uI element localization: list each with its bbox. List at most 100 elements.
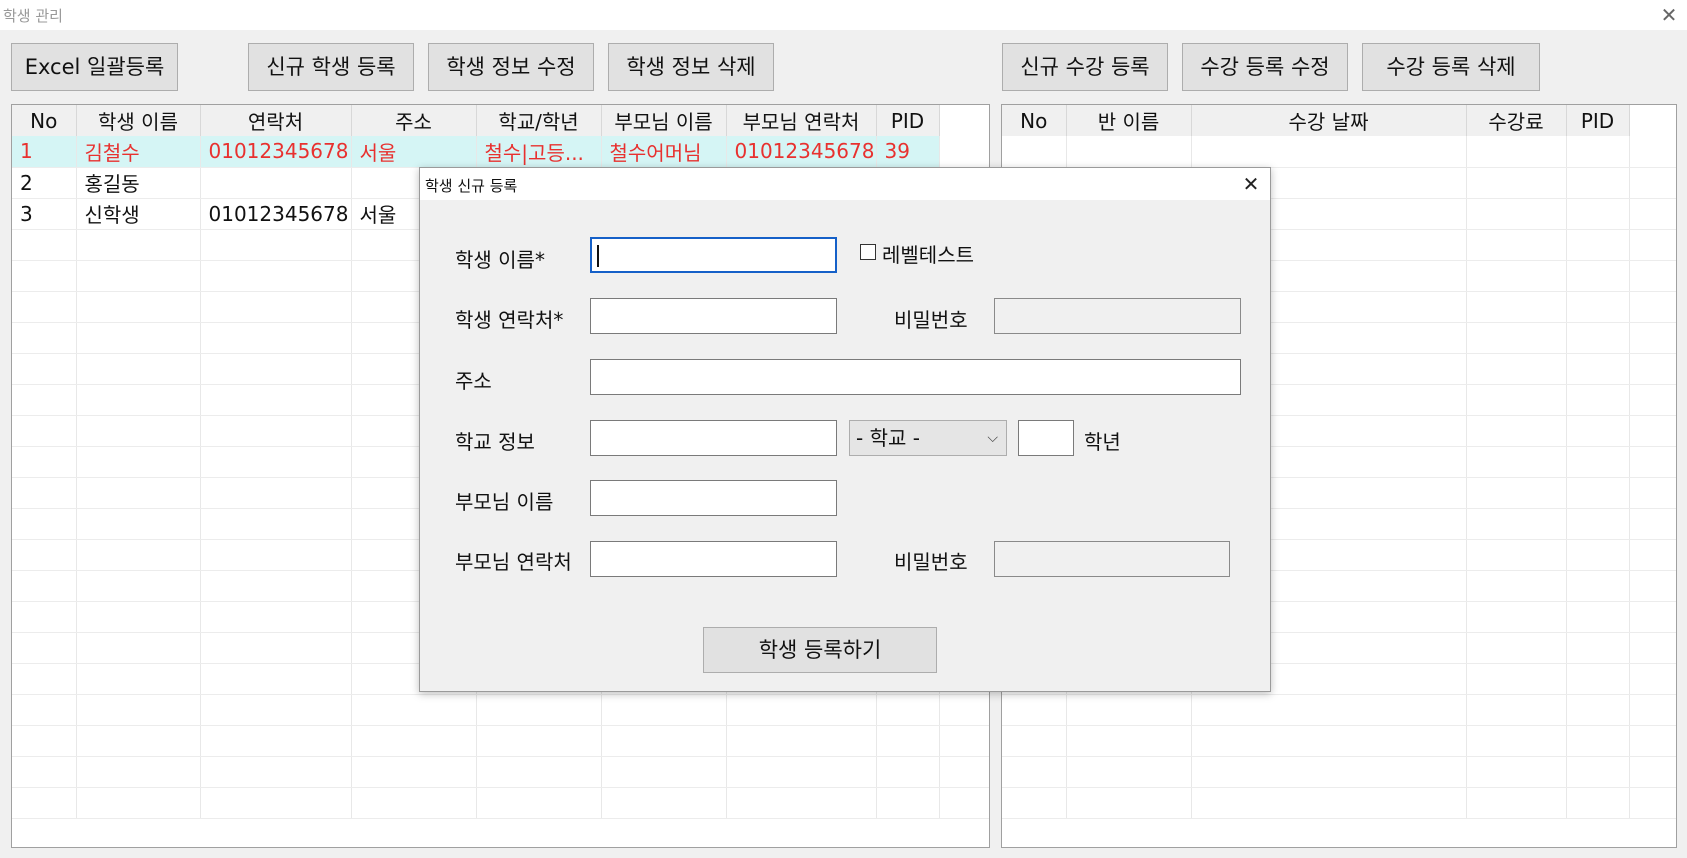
table-cell[interactable] (1466, 260, 1567, 292)
new-student-button[interactable]: 신규 학생 등록 (248, 43, 414, 91)
table-cell[interactable] (1466, 384, 1567, 416)
table-cell[interactable] (1566, 632, 1630, 664)
table-cell[interactable] (76, 353, 201, 385)
table-cell[interactable]: 01012345678 (200, 198, 352, 230)
table-cell[interactable] (200, 322, 352, 354)
table-cell[interactable] (1566, 167, 1630, 199)
table-cell[interactable] (1466, 322, 1567, 354)
parent-password-input[interactable] (994, 541, 1230, 577)
table-cell[interactable] (200, 415, 352, 447)
table-cell[interactable] (12, 446, 77, 478)
parent-name-input[interactable] (590, 480, 837, 516)
delete-student-button[interactable]: 학생 정보 삭제 (608, 43, 774, 91)
table-cell[interactable] (200, 694, 352, 726)
table-cell[interactable] (1466, 601, 1567, 633)
table-cell[interactable] (1566, 198, 1630, 230)
table-cell[interactable] (76, 384, 201, 416)
table-cell[interactable] (76, 415, 201, 447)
table-cell[interactable] (76, 260, 201, 292)
table-cell[interactable] (200, 570, 352, 602)
table-cell[interactable] (1566, 229, 1630, 261)
table-cell[interactable] (1566, 353, 1630, 385)
table-cell[interactable] (1566, 663, 1630, 695)
table-cell[interactable] (76, 663, 201, 695)
table-cell[interactable] (200, 353, 352, 385)
column-header-no[interactable]: No (1002, 105, 1067, 136)
address-input[interactable] (590, 359, 1241, 395)
table-cell[interactable] (76, 725, 201, 757)
table-cell[interactable] (12, 539, 77, 571)
table-cell[interactable] (200, 787, 352, 819)
column-header-fee[interactable]: 수강료 (1466, 105, 1567, 136)
table-cell[interactable] (1066, 725, 1192, 757)
table-cell[interactable] (1566, 787, 1630, 819)
column-header-name[interactable]: 학생 이름 (76, 105, 201, 136)
table-cell[interactable] (200, 756, 352, 788)
table-cell[interactable]: 01012345678 (200, 136, 352, 168)
table-cell[interactable] (200, 291, 352, 323)
school-name-input[interactable] (590, 420, 837, 456)
table-row[interactable] (12, 694, 989, 726)
table-cell[interactable] (12, 384, 77, 416)
table-cell[interactable] (12, 260, 77, 292)
table-cell[interactable] (1191, 136, 1467, 168)
table-row[interactable] (1002, 787, 1676, 819)
table-cell[interactable] (1002, 787, 1067, 819)
table-cell[interactable] (1466, 291, 1567, 323)
table-cell[interactable] (876, 725, 940, 757)
table-cell[interactable] (12, 570, 77, 602)
table-cell[interactable] (726, 694, 877, 726)
table-cell[interactable] (12, 632, 77, 664)
edit-enrollment-button[interactable]: 수강 등록 수정 (1182, 43, 1348, 91)
table-cell[interactable] (1466, 539, 1567, 571)
table-cell[interactable] (200, 663, 352, 695)
table-cell[interactable] (726, 725, 877, 757)
table-cell[interactable] (1002, 136, 1067, 168)
table-cell[interactable] (1466, 477, 1567, 509)
table-cell[interactable] (1566, 539, 1630, 571)
parent-phone-input[interactable] (590, 541, 837, 577)
table-cell[interactable] (12, 291, 77, 323)
table-cell[interactable] (200, 260, 352, 292)
table-cell[interactable] (76, 291, 201, 323)
table-cell[interactable] (200, 384, 352, 416)
table-cell[interactable] (601, 787, 727, 819)
table-cell[interactable] (1566, 570, 1630, 602)
table-cell[interactable] (1002, 725, 1067, 757)
table-cell[interactable] (76, 229, 201, 261)
column-header-pid[interactable]: PID (1566, 105, 1630, 136)
table-cell[interactable] (1066, 136, 1192, 168)
table-cell[interactable] (476, 787, 602, 819)
table-cell[interactable] (876, 694, 940, 726)
table-cell[interactable] (200, 601, 352, 633)
close-icon[interactable]: ✕ (1656, 3, 1682, 27)
table-cell[interactable] (601, 725, 727, 757)
table-row[interactable] (12, 725, 989, 757)
table-cell[interactable] (601, 694, 727, 726)
table-cell[interactable]: 철수어머님 (601, 136, 727, 168)
table-cell[interactable] (1566, 291, 1630, 323)
table-cell[interactable]: 39 (876, 136, 940, 168)
table-cell[interactable] (200, 229, 352, 261)
table-cell[interactable] (12, 694, 77, 726)
table-cell[interactable] (1466, 663, 1567, 695)
table-cell[interactable] (1566, 477, 1630, 509)
table-row[interactable]: 1 김철수 01012345678 서울 철수|고등... 철수어머님 0101234567… (12, 136, 989, 168)
table-cell[interactable] (1466, 198, 1567, 230)
table-cell[interactable] (1566, 415, 1630, 447)
table-cell[interactable] (1002, 756, 1067, 788)
table-cell[interactable] (1466, 694, 1567, 726)
table-cell[interactable] (76, 632, 201, 664)
table-cell[interactable] (12, 508, 77, 540)
table-cell[interactable] (200, 539, 352, 571)
table-row[interactable] (12, 756, 989, 788)
register-student-button[interactable]: 학생 등록하기 (703, 627, 937, 673)
table-cell[interactable] (12, 663, 77, 695)
table-cell[interactable] (726, 756, 877, 788)
table-cell[interactable]: 신학생 (76, 198, 201, 230)
table-cell[interactable] (1191, 694, 1467, 726)
table-cell[interactable] (12, 322, 77, 354)
column-header-date[interactable]: 수강 날짜 (1191, 105, 1467, 136)
table-cell[interactable] (200, 167, 352, 199)
table-cell[interactable] (1466, 725, 1567, 757)
